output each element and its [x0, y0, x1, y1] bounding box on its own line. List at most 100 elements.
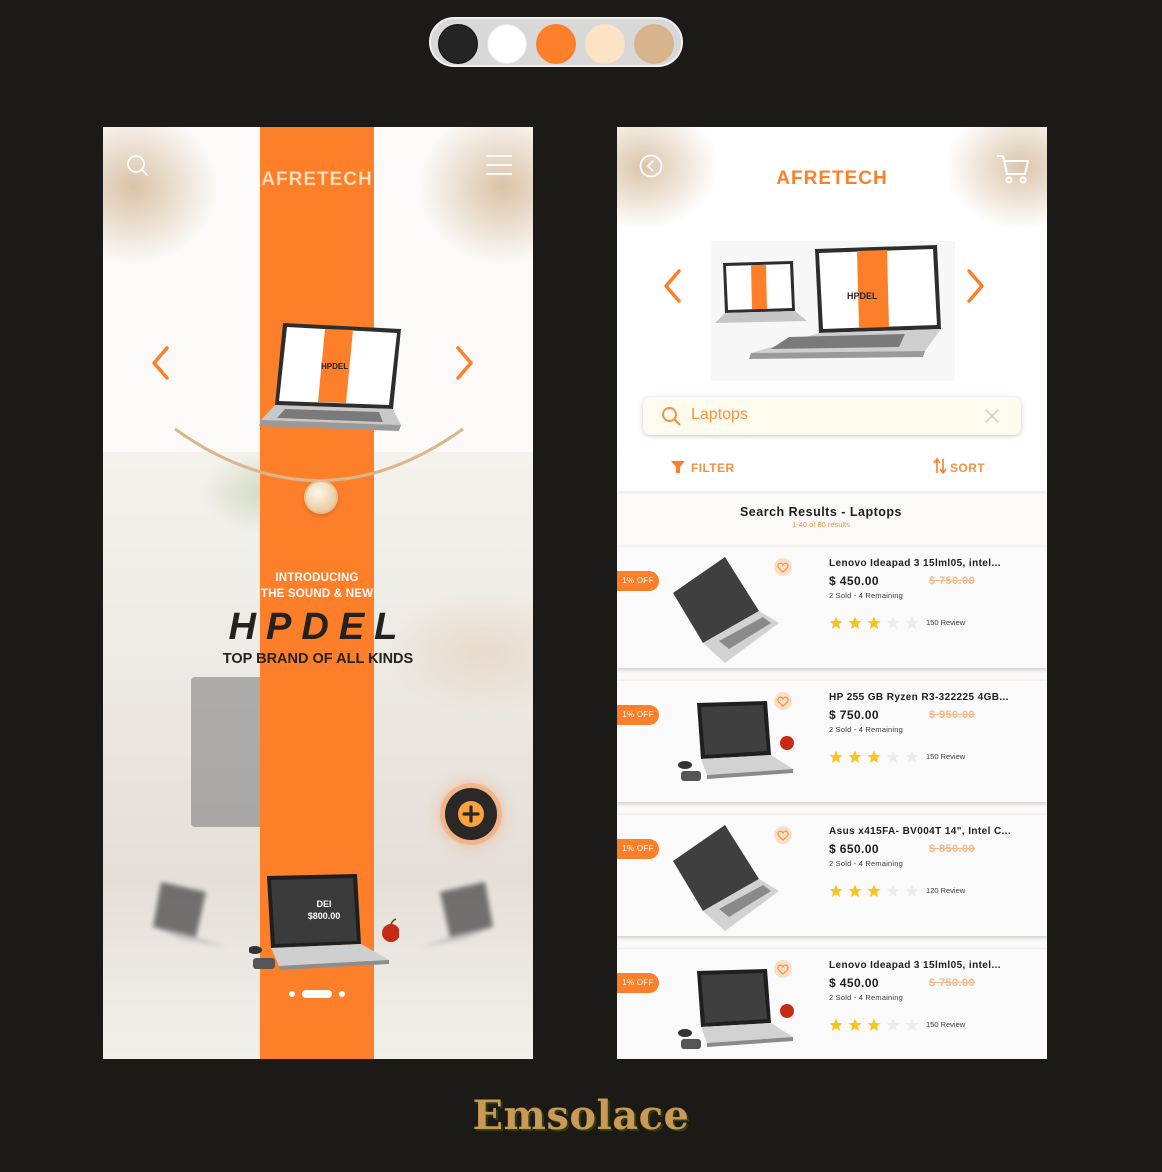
- star-icon: [886, 750, 900, 763]
- rating-stars: [829, 1018, 921, 1032]
- star-icon: [905, 616, 919, 629]
- swatch-orange: [536, 24, 576, 64]
- carousel-dot[interactable]: [339, 991, 345, 997]
- featured-name: DEI: [316, 899, 332, 909]
- product-old-price: $ 850.00: [929, 843, 976, 855]
- review-count: 150 Review: [926, 1020, 966, 1029]
- discount-badge: 1% OFF: [617, 839, 659, 859]
- discount-badge: 1% OFF: [617, 571, 659, 591]
- star-icon: [848, 616, 862, 629]
- featured-price: $800.00: [307, 911, 341, 921]
- svg-text:HPDEL: HPDEL: [847, 291, 878, 301]
- product-stock: 2 Sold - 4 Remaining: [829, 859, 904, 868]
- brand-name: Emsolace: [472, 1092, 690, 1139]
- product-name[interactable]: Lenovo Ideapad 3 15lml05, intel...: [829, 558, 1001, 569]
- star-icon: [867, 884, 881, 897]
- product-name[interactable]: Asus x415FA- BV004T 14", Intel C...: [829, 826, 1011, 837]
- app-logo-reflection: AFRETECH: [776, 141, 888, 162]
- heart-icon[interactable]: [774, 960, 792, 978]
- headline: HPDEL: [228, 606, 408, 648]
- sort-icon: [933, 458, 947, 474]
- heart-icon[interactable]: [774, 558, 792, 576]
- star-icon: [829, 884, 843, 897]
- heart-icon[interactable]: [774, 826, 792, 844]
- filter-icon: [671, 461, 685, 473]
- app-logo: AFRETECH: [776, 168, 888, 189]
- product-price: $ 450.00: [829, 574, 879, 588]
- product-old-price: $ 750.00: [929, 977, 976, 989]
- swatch-cream: [585, 24, 625, 64]
- chevron-right-icon[interactable]: [963, 268, 987, 304]
- chevron-left-icon[interactable]: [149, 345, 173, 381]
- star-icon: [829, 616, 843, 629]
- star-icon: [905, 884, 919, 897]
- plus-icon: [458, 801, 484, 827]
- search-bar[interactable]: Laptops: [643, 397, 1021, 435]
- brand-logo: Emsolace: [460, 1092, 702, 1148]
- product-stock: 2 Sold - 4 Remaining: [829, 591, 904, 600]
- rating-stars: [829, 750, 921, 764]
- home-screen: AFRETECH HPDEL INTRODUCING THE SOUND & N…: [103, 127, 533, 1059]
- search-screen: AFRETECH AFRETECH HPDEL Laptops FILTER S…: [617, 127, 1047, 1059]
- carousel-dot-active[interactable]: [302, 990, 332, 998]
- carousel-knob[interactable]: [304, 480, 338, 514]
- product-card[interactable]: 1% OFF HP 255 GB Ryzen R3-322225 4GB... …: [617, 680, 1047, 802]
- color-palette: [429, 17, 683, 67]
- star-icon: [867, 616, 881, 629]
- hamburger-menu-icon[interactable]: [485, 154, 513, 176]
- svg-text:HPDEL: HPDEL: [321, 362, 348, 371]
- carousel-dot[interactable]: [289, 991, 295, 997]
- star-icon: [848, 884, 862, 897]
- search-icon: [662, 407, 681, 426]
- product-old-price: $ 750.00: [929, 575, 976, 587]
- star-icon: [867, 750, 881, 763]
- search-icon[interactable]: [125, 153, 149, 177]
- discount-badge: 1% OFF: [617, 705, 659, 725]
- star-icon: [829, 1018, 843, 1031]
- back-circle-icon[interactable]: [639, 154, 663, 178]
- product-card[interactable]: 1% OFF Lenovo Ideapad 3 15lml05, intel..…: [617, 546, 1047, 668]
- star-icon: [848, 1018, 862, 1031]
- swatch-tan: [634, 24, 674, 64]
- results-title: Search Results - Laptops: [739, 505, 903, 519]
- star-icon: [886, 1018, 900, 1031]
- hero-laptops-image: HPDEL: [711, 241, 955, 381]
- product-price: $ 650.00: [829, 842, 879, 856]
- review-count: 120 Review: [926, 886, 966, 895]
- product-card[interactable]: 1% OFF Asus x415FA- BV004T 14", Intel C.…: [617, 814, 1047, 936]
- product-stock: 2 Sold - 4 Remaining: [829, 725, 904, 734]
- clear-icon[interactable]: [985, 409, 999, 423]
- hero-laptop-image: HPDEL: [259, 323, 401, 431]
- discount-badge: 1% OFF: [617, 973, 659, 993]
- laptop-thumbnail-right[interactable]: [415, 877, 505, 957]
- star-icon: [886, 616, 900, 629]
- search-input[interactable]: Laptops: [691, 406, 748, 424]
- star-icon: [905, 750, 919, 763]
- rating-stars: [829, 616, 921, 630]
- swatch-dark: [438, 24, 478, 64]
- product-price: $ 750.00: [829, 708, 879, 722]
- app-logo: AFRETECH: [261, 169, 373, 191]
- review-count: 150 Review: [926, 618, 966, 627]
- carousel-indicator: [289, 990, 347, 998]
- cart-icon[interactable]: [996, 153, 1030, 185]
- chevron-left-icon[interactable]: [661, 268, 685, 304]
- add-button[interactable]: [445, 788, 497, 840]
- chevron-right-icon[interactable]: [452, 345, 476, 381]
- laptop-thumbnail-left[interactable]: [141, 877, 231, 957]
- star-icon: [905, 1018, 919, 1031]
- product-card[interactable]: 1% OFF Lenovo Ideapad 3 15lml05, intel..…: [617, 948, 1047, 1059]
- filter-label: FILTER: [691, 461, 735, 475]
- product-name[interactable]: HP 255 GB Ryzen R3-322225 4GB...: [829, 692, 1009, 703]
- rating-stars: [829, 884, 921, 898]
- review-count: 150 Review: [926, 752, 966, 761]
- featured-laptop-label: DEI $800.00: [284, 898, 364, 922]
- featured-laptop-image[interactable]: [249, 874, 399, 984]
- star-icon: [829, 750, 843, 763]
- product-old-price: $ 950.00: [929, 709, 976, 721]
- star-icon: [886, 884, 900, 897]
- product-name[interactable]: Lenovo Ideapad 3 15lml05, intel...: [829, 960, 1001, 971]
- swatch-white: [487, 24, 527, 64]
- heart-icon[interactable]: [774, 692, 792, 710]
- star-icon: [848, 750, 862, 763]
